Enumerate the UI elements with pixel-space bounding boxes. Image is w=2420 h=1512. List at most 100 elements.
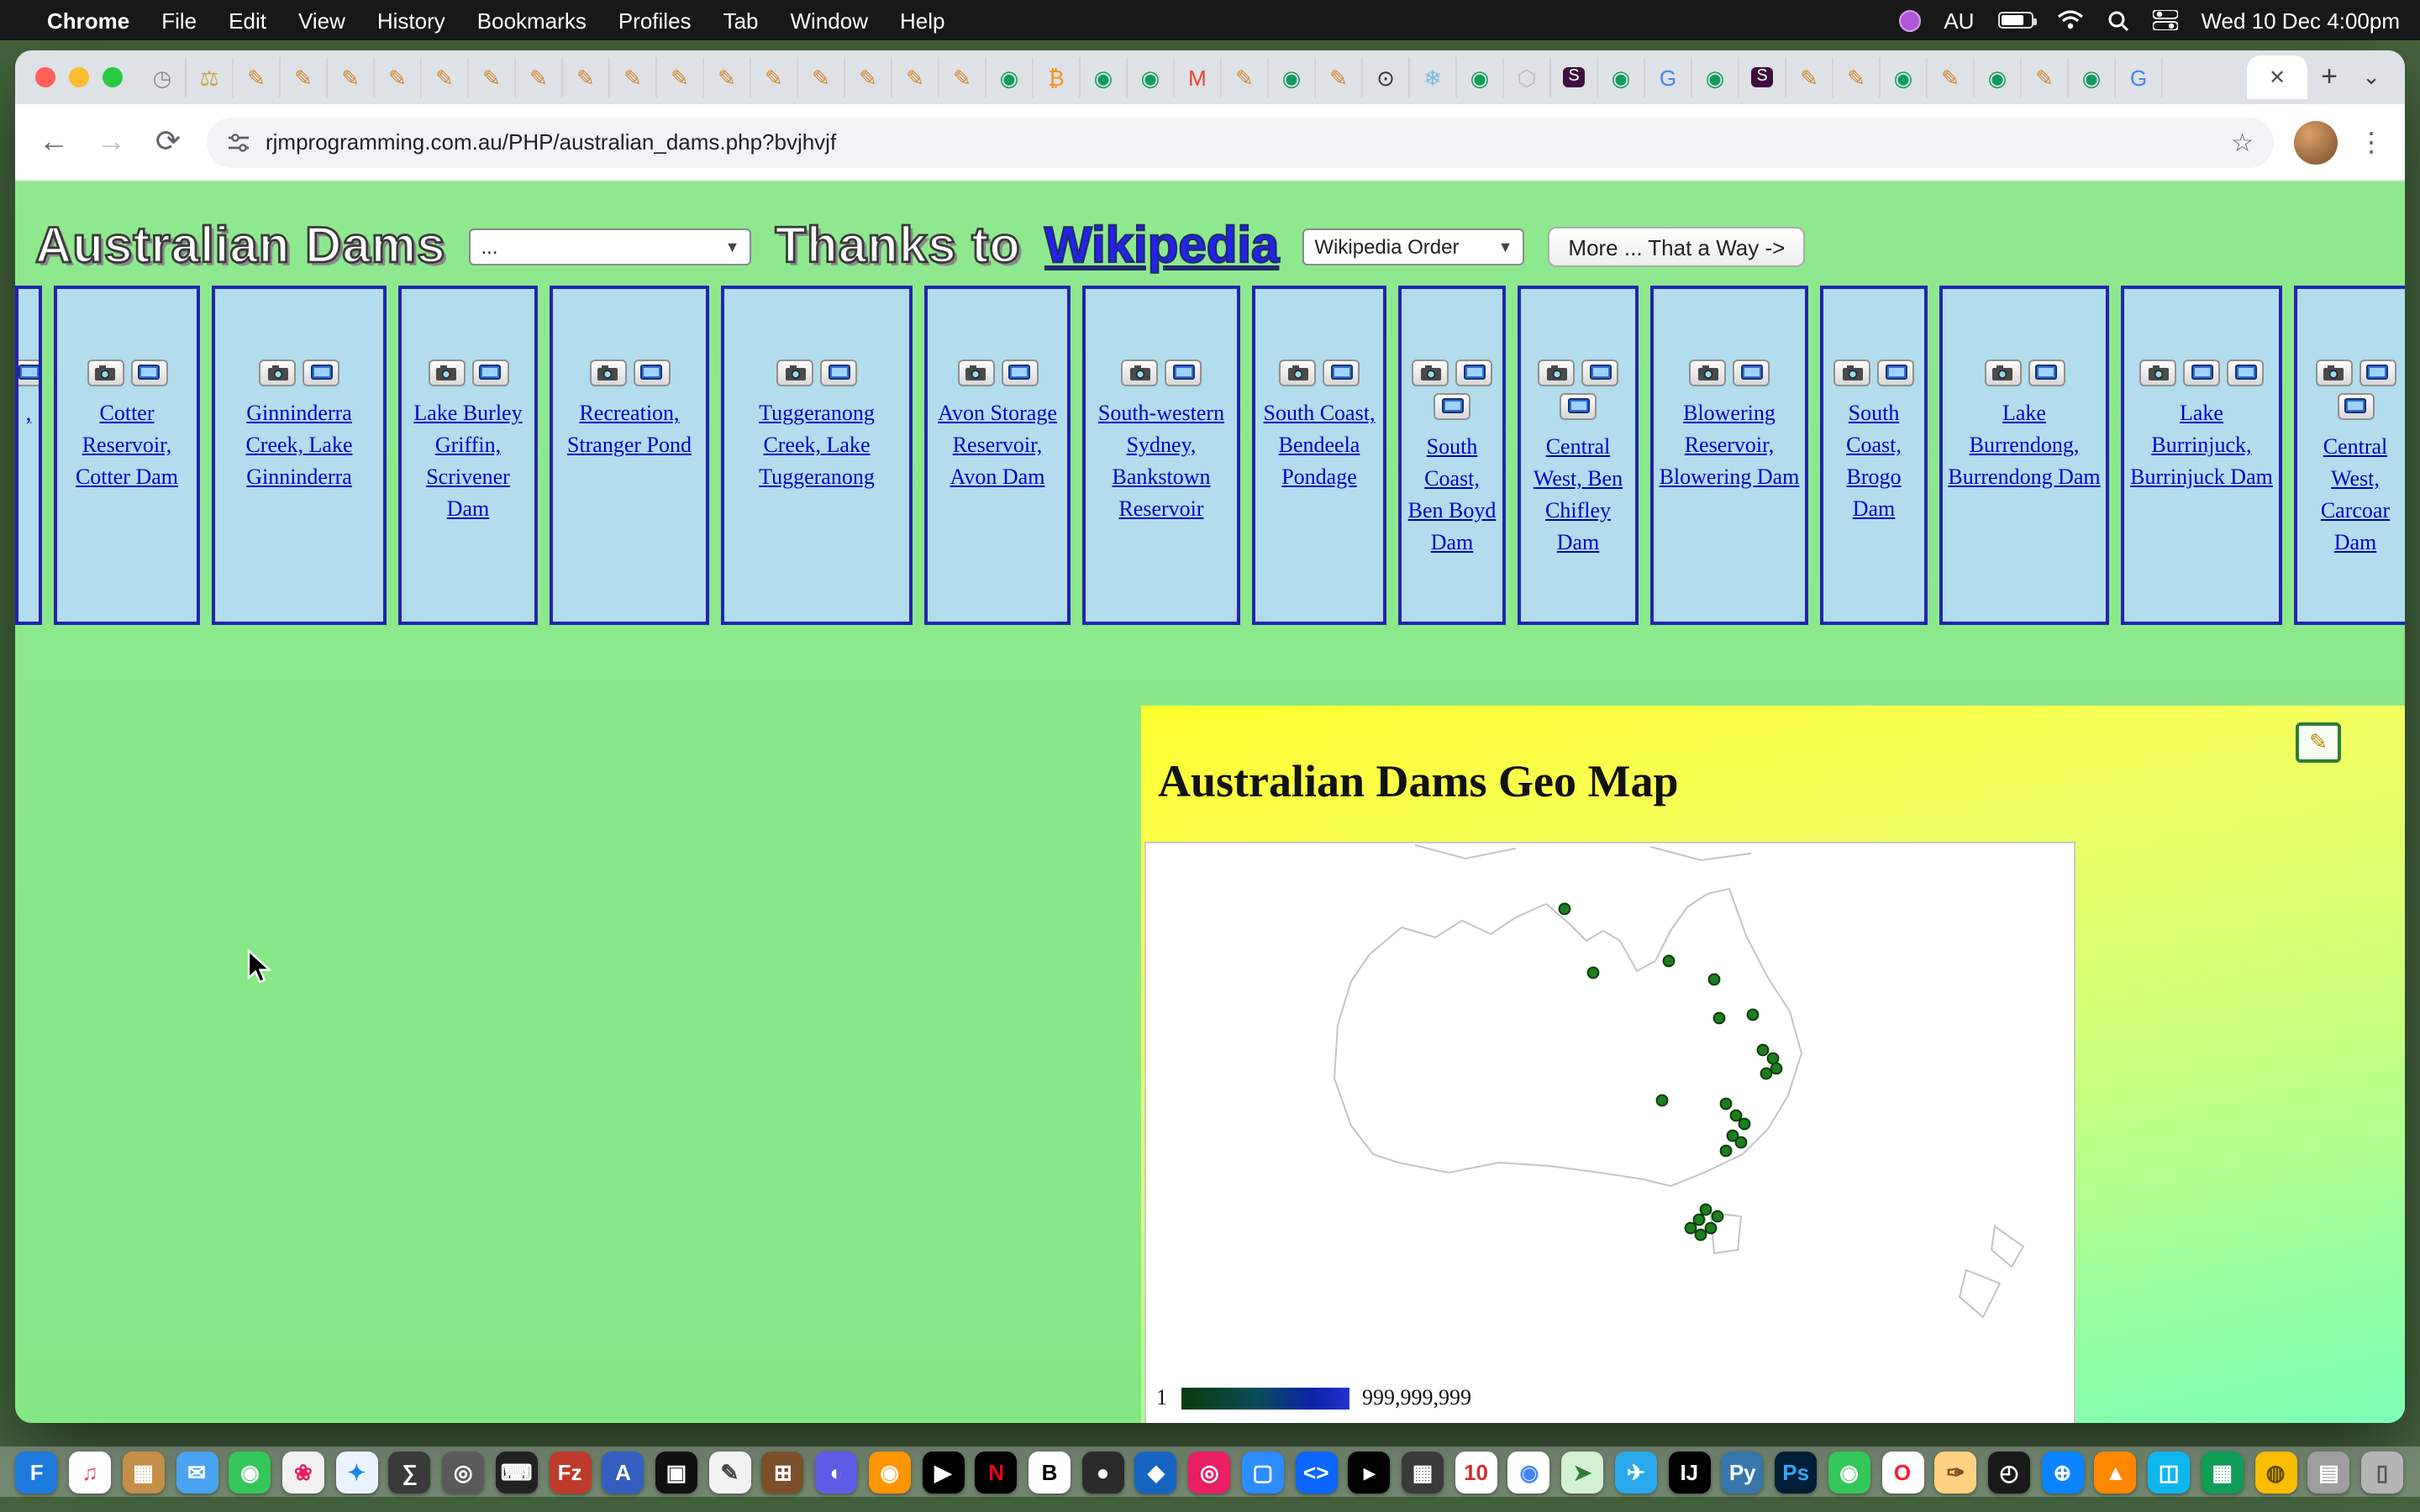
screen-icon-button[interactable] bbox=[1001, 360, 1038, 386]
dam-marker[interactable] bbox=[1748, 1010, 1759, 1021]
new-tab-button[interactable]: + bbox=[2307, 55, 2351, 99]
dock-calendar[interactable]: 10 bbox=[1455, 1451, 1497, 1493]
back-button[interactable]: ← bbox=[35, 124, 72, 160]
address-bar[interactable]: rjmprogramming.com.au/PHP/australian_dam… bbox=[207, 117, 2274, 167]
geo-map[interactable]: 1 999,999,999 bbox=[1144, 842, 2075, 1423]
input-source-label[interactable]: AU bbox=[1944, 8, 1974, 33]
browser-tab[interactable]: ✎ bbox=[563, 57, 610, 97]
dock-keep[interactable]: ◍ bbox=[2254, 1451, 2296, 1493]
camera-icon-button[interactable] bbox=[259, 360, 296, 386]
forward-button[interactable]: → bbox=[92, 124, 129, 160]
browser-tab[interactable]: ✎ bbox=[704, 57, 751, 97]
screen-icon-button[interactable] bbox=[1560, 393, 1597, 420]
screen-icon-button[interactable] bbox=[2028, 360, 2065, 386]
dock-facetime[interactable]: ◉ bbox=[1828, 1451, 1870, 1493]
screen-icon-button[interactable] bbox=[1455, 360, 1492, 386]
browser-tab[interactable]: ✎ bbox=[422, 57, 469, 97]
camera-icon-button[interactable] bbox=[776, 360, 813, 386]
dam-link[interactable]: Lake Burley Griffin, Scrivener Dam bbox=[407, 398, 529, 525]
camera-icon-button[interactable] bbox=[1689, 360, 1726, 386]
camera-icon-button[interactable] bbox=[1984, 360, 2021, 386]
dock-sheets[interactable]: ▦ bbox=[2202, 1451, 2244, 1493]
screen-icon-button[interactable] bbox=[1323, 360, 1360, 386]
browser-tab[interactable]: ✎ bbox=[1222, 57, 1269, 97]
dock-music[interactable]: ♫ bbox=[69, 1451, 111, 1493]
browser-tab[interactable]: ◉ bbox=[1128, 57, 1175, 97]
dock-photoshop[interactable]: Ps bbox=[1775, 1451, 1817, 1493]
browser-tab[interactable]: G bbox=[2116, 57, 2163, 97]
tab-search-chevron-icon[interactable]: ⌄ bbox=[2351, 64, 2391, 91]
dock-filezilla[interactable]: Fz bbox=[549, 1451, 591, 1493]
dam-marker[interactable] bbox=[1588, 968, 1599, 979]
browser-tab[interactable]: ✎ bbox=[751, 57, 798, 97]
dock-python[interactable]: Py bbox=[1722, 1451, 1764, 1493]
browser-tab[interactable]: ◉ bbox=[1598, 57, 1645, 97]
menubar-clock[interactable]: Wed 10 Dec 4:00pm bbox=[2201, 8, 2400, 33]
browser-tab[interactable]: ◷ bbox=[139, 57, 187, 97]
dock-target[interactable]: ◎ bbox=[1188, 1451, 1230, 1493]
wikipedia-link[interactable]: Wikipedia bbox=[1044, 218, 1280, 276]
browser-tab[interactable]: ⚖ bbox=[187, 57, 234, 97]
dam-link[interactable]: Blowering Reservoir, Blowering Dam bbox=[1659, 398, 1800, 493]
dam-marker[interactable] bbox=[1706, 1223, 1717, 1234]
dock-messages[interactable]: ◉ bbox=[229, 1451, 271, 1493]
camera-icon-button[interactable] bbox=[589, 360, 626, 386]
dam-link[interactable]: South Coast, Ben Boyd Dam bbox=[1407, 432, 1497, 559]
screen-icon-button[interactable] bbox=[302, 360, 339, 386]
browser-tab[interactable]: ✎ bbox=[892, 57, 939, 97]
dock-netflix[interactable]: N bbox=[976, 1451, 1018, 1493]
dock-firefox[interactable]: ◉ bbox=[869, 1451, 911, 1493]
dock-docker[interactable]: ◫ bbox=[2148, 1451, 2190, 1493]
dam-marker[interactable] bbox=[1694, 1215, 1705, 1226]
browser-tab[interactable]: ◉ bbox=[986, 57, 1034, 97]
browser-tab[interactable]: G bbox=[1645, 57, 1692, 97]
dock-finder[interactable]: F bbox=[16, 1451, 58, 1493]
browser-tab[interactable]: ✎ bbox=[516, 57, 563, 97]
dock-maps[interactable]: ➤ bbox=[1561, 1451, 1603, 1493]
dam-marker[interactable] bbox=[1560, 904, 1570, 915]
browser-tab[interactable]: ✎ bbox=[1928, 57, 1975, 97]
dock-photos[interactable]: ❀ bbox=[282, 1451, 324, 1493]
menu-edit[interactable]: Edit bbox=[229, 8, 266, 33]
menu-view[interactable]: View bbox=[298, 8, 345, 33]
browser-tab[interactable]: ⊙ bbox=[1363, 57, 1410, 97]
screen-icon-button[interactable] bbox=[1434, 393, 1470, 420]
dock-display[interactable]: ▣ bbox=[655, 1451, 697, 1493]
camera-icon-button[interactable] bbox=[1279, 360, 1316, 386]
menu-history[interactable]: History bbox=[377, 8, 445, 33]
browser-tab[interactable]: ◉ bbox=[2069, 57, 2116, 97]
dam-link[interactable]: Lake Burrendong, Burrendong Dam bbox=[1948, 398, 2101, 493]
dock-mail[interactable]: ✉ bbox=[176, 1451, 218, 1493]
minimize-window-button[interactable] bbox=[69, 67, 89, 87]
dock-spotlight[interactable]: ◐ bbox=[815, 1451, 857, 1493]
status-purple-icon[interactable] bbox=[1898, 9, 1920, 31]
dam-marker[interactable] bbox=[1731, 1110, 1742, 1121]
zoom-window-button[interactable] bbox=[103, 67, 123, 87]
menu-chrome[interactable]: Chrome bbox=[47, 8, 129, 33]
wifi-icon[interactable] bbox=[2056, 10, 2083, 30]
dock-zoom[interactable]: ▢ bbox=[1242, 1451, 1284, 1493]
dock-safari[interactable]: ✦ bbox=[335, 1451, 377, 1493]
camera-icon-button[interactable] bbox=[428, 360, 465, 386]
dock-pen[interactable]: ✑ bbox=[1934, 1451, 1976, 1493]
close-tab-icon[interactable]: ✕ bbox=[2269, 66, 2286, 89]
dock-launchpad[interactable]: ⊞ bbox=[762, 1451, 804, 1493]
dam-link[interactable]: South Coast, Bendeela Pondage bbox=[1260, 398, 1378, 493]
screen-icon-button[interactable] bbox=[15, 360, 42, 386]
dam-marker[interactable] bbox=[1771, 1063, 1782, 1074]
browser-tab[interactable]: ✎ bbox=[469, 57, 516, 97]
dam-marker[interactable] bbox=[1721, 1146, 1732, 1157]
dam-link[interactable]: Tuggeranong Creek, Lake Tuggeranong bbox=[729, 398, 904, 493]
bookmark-star-icon[interactable]: ☆ bbox=[2231, 127, 2254, 157]
dock-appletv[interactable]: ▶ bbox=[922, 1451, 964, 1493]
more-that-a-way-button[interactable]: More ... That a Way -> bbox=[1548, 227, 1805, 267]
dock-terminal2[interactable]: ▸ bbox=[1349, 1451, 1391, 1493]
dam-marker[interactable] bbox=[1736, 1137, 1747, 1148]
dam-marker[interactable] bbox=[1761, 1068, 1772, 1079]
dam-marker[interactable] bbox=[1696, 1230, 1707, 1241]
browser-tab[interactable]: ✎ bbox=[1833, 57, 1881, 97]
dam-link[interactable]: Recreation, Stranger Pond bbox=[558, 398, 701, 461]
dam-link[interactable]: Central West, Ben Chifley Dam bbox=[1526, 432, 1630, 559]
spotlight-search-icon[interactable] bbox=[2107, 9, 2128, 31]
menu-profiles[interactable]: Profiles bbox=[618, 8, 692, 33]
